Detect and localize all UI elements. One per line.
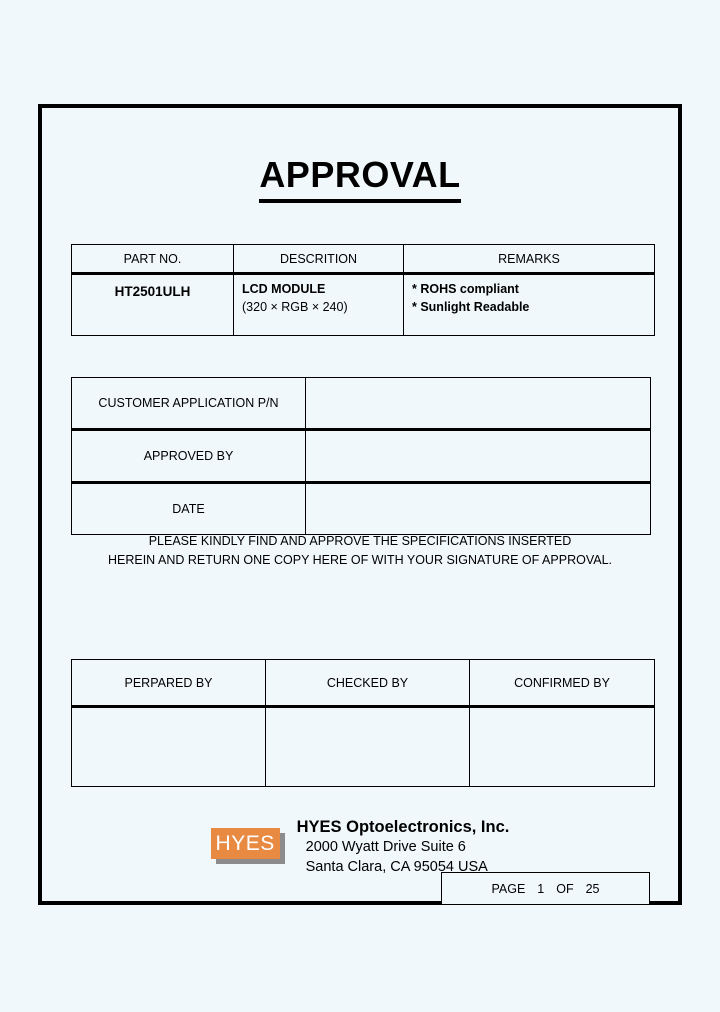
- table-row: APPROVED BY: [71, 429, 651, 484]
- header-perpared-by: PERPARED BY: [71, 659, 266, 708]
- page-number-box: PAGE 1 OF 25: [441, 872, 650, 905]
- part-information-table: PART NO. DESCRITION REMARKS HT2501ULH LC…: [71, 244, 655, 336]
- page-title: APPROVAL: [42, 154, 678, 203]
- label-approved-by: APPROVED BY: [71, 429, 306, 484]
- signature-field-confirmed-by[interactable]: [469, 706, 655, 787]
- field-date[interactable]: [305, 482, 651, 535]
- cell-remarks: * ROHS compliant * Sunlight Readable: [403, 273, 655, 336]
- table-row: [71, 706, 655, 787]
- table-row: DATE: [71, 482, 651, 535]
- label-customer-application-pn: CUSTOMER APPLICATION P/N: [71, 377, 306, 431]
- cell-part-no: HT2501ULH: [71, 273, 234, 336]
- label-date: DATE: [71, 482, 306, 535]
- remark-line-rohs: * ROHS compliant: [412, 282, 519, 296]
- hyes-logo: HYES: [210, 828, 285, 864]
- signature-field-checked-by[interactable]: [265, 706, 470, 787]
- field-approved-by[interactable]: [305, 429, 651, 484]
- remark-line-sunlight: * Sunlight Readable: [412, 300, 530, 315]
- page-total: 25: [585, 881, 600, 896]
- page-current: 1: [537, 881, 545, 896]
- description-title: LCD MODULE: [242, 282, 326, 296]
- cell-description: LCD MODULE (320 × RGB × 240): [233, 273, 404, 336]
- table-header-row: PERPARED BY CHECKED BY CONFIRMED BY: [71, 659, 655, 708]
- company-address-line-1: 2000 Wyatt Drive Suite 6: [305, 839, 466, 856]
- table-row: CUSTOMER APPLICATION P/N: [71, 377, 651, 431]
- signature-table: PERPARED BY CHECKED BY CONFIRMED BY: [71, 659, 655, 787]
- approval-notice: PLEASE KINDLY FIND AND APPROVE THE SPECI…: [42, 532, 678, 570]
- field-customer-application-pn[interactable]: [305, 377, 651, 431]
- company-name: HYES Optoelectronics, Inc.: [296, 818, 510, 836]
- header-part-no: PART NO.: [71, 244, 234, 275]
- table-row: HT2501ULH LCD MODULE (320 × RGB × 240) *…: [71, 273, 655, 336]
- notice-line-2: HEREIN AND RETURN ONE COPY HERE OF WITH …: [107, 552, 612, 567]
- page-label: PAGE: [491, 881, 526, 896]
- company-footer: HYES HYES Optoelectronics, Inc. 2000 Wya…: [42, 817, 678, 878]
- customer-fields-table: CUSTOMER APPLICATION P/N APPROVED BY DAT…: [71, 377, 651, 535]
- header-remarks: REMARKS: [403, 244, 655, 275]
- page-title-text: APPROVAL: [259, 154, 461, 203]
- header-confirmed-by: CONFIRMED BY: [469, 659, 655, 708]
- logo-text: HYES: [210, 828, 280, 859]
- description-resolution: (320 × RGB × 240): [242, 300, 348, 315]
- signature-field-perpared-by[interactable]: [71, 706, 266, 787]
- page-of-label: OF: [556, 881, 574, 896]
- header-description: DESCRITION: [233, 244, 404, 275]
- document-page-frame: APPROVAL PART NO. DESCRITION REMARKS HT2…: [38, 104, 682, 905]
- table-header-row: PART NO. DESCRITION REMARKS: [71, 244, 655, 275]
- header-checked-by: CHECKED BY: [265, 659, 470, 708]
- company-info: HYES Optoelectronics, Inc. 2000 Wyatt Dr…: [297, 817, 510, 878]
- notice-line-1: PLEASE KINDLY FIND AND APPROVE THE SPECI…: [148, 534, 572, 548]
